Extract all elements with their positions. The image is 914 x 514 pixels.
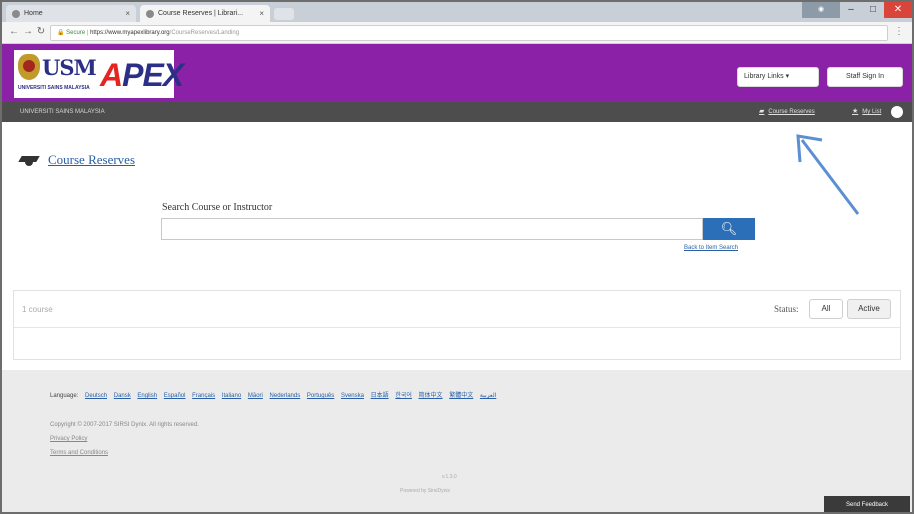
new-tab-button[interactable]: [274, 8, 294, 20]
graduation-cap-icon: ▰: [759, 108, 765, 115]
search-label: Search Course or Instructor: [162, 202, 273, 213]
search-icon: 🔍︎: [720, 221, 738, 236]
site-logo[interactable]: USM UNIVERSITI SAINS MALAYSIA APEX: [14, 50, 184, 98]
close-tab-icon[interactable]: ×: [125, 5, 130, 22]
language-link[interactable]: العربية: [480, 393, 496, 399]
search-input[interactable]: [161, 218, 703, 240]
copyright-text: Copyright © 2007-2017 SIRSI Dynix. All r…: [50, 422, 199, 428]
browser-tab-course-reserves[interactable]: Course Reserves | Librari... ×: [140, 5, 270, 22]
language-selector: Language: Deutsch Dansk English Español …: [50, 390, 496, 399]
staff-sign-in-button[interactable]: Staff Sign In: [827, 67, 903, 87]
language-link[interactable]: 简体中文: [419, 393, 443, 399]
course-reserves-link[interactable]: ▰ Course Reserves: [759, 102, 815, 122]
maximize-button[interactable]: □: [862, 2, 884, 18]
graduation-cap-icon: [20, 154, 38, 168]
browser-menu-icon[interactable]: ⋮: [894, 26, 904, 38]
language-link[interactable]: 繁體中文: [449, 393, 473, 399]
forward-arrow-icon[interactable]: →: [22, 26, 34, 38]
back-arrow-icon[interactable]: ←: [8, 26, 20, 38]
browser-toolbar: ← → ↻ 🔒 Secure | https://www.myapexlibra…: [2, 22, 912, 44]
results-count: 1 course: [22, 305, 53, 314]
language-label: Language:: [50, 393, 79, 399]
language-link[interactable]: Māori: [248, 393, 263, 399]
tab-label: Home: [24, 10, 43, 17]
search-button[interactable]: 🔍︎: [703, 218, 755, 240]
logo-apex-text: APEX: [100, 57, 184, 93]
footer: Language: Deutsch Dansk English Español …: [2, 370, 912, 512]
language-link[interactable]: Dansk: [114, 393, 131, 399]
secure-label: Secure: [66, 30, 86, 36]
logo-usm-subtitle: UNIVERSITI SAINS MALAYSIA: [18, 85, 90, 91]
language-link[interactable]: Deutsch: [85, 393, 107, 399]
my-list-link[interactable]: ★ My List: [852, 102, 881, 122]
library-links-dropdown[interactable]: Library Links ▾: [737, 67, 819, 87]
site-header: USM UNIVERSITI SAINS MALAYSIA APEX Libra…: [2, 44, 912, 102]
privacy-policy-link[interactable]: Privacy Policy: [50, 436, 87, 442]
powered-by-text: Powered by SirsiDynix: [400, 488, 451, 494]
minimize-button[interactable]: –: [840, 2, 862, 18]
back-to-item-search-link[interactable]: Back to Item Search: [684, 245, 738, 251]
language-link[interactable]: Italiano: [222, 393, 241, 399]
status-all-button[interactable]: All: [809, 299, 843, 319]
close-window-button[interactable]: ✕: [884, 2, 912, 18]
logo-usm-text: USM: [42, 55, 97, 80]
user-menu-toggle[interactable]: [891, 106, 903, 118]
browser-tab-home[interactable]: Home ×: [6, 5, 136, 22]
page-favicon-icon: [146, 10, 154, 18]
browser-window: Home × Course Reserves | Librari... × ◉ …: [0, 0, 914, 514]
results-panel: 1 course Status: All Active: [13, 290, 901, 360]
status-label: Status:: [774, 304, 799, 314]
language-link[interactable]: Español: [164, 393, 186, 399]
language-link[interactable]: 한국어: [395, 393, 412, 399]
language-link[interactable]: Svenska: [341, 393, 364, 399]
usm-crest-icon: [18, 54, 40, 80]
tab-strip: Home × Course Reserves | Librari... × ◉ …: [2, 2, 912, 22]
star-icon: ★: [852, 108, 859, 115]
terms-link[interactable]: Terms and Conditions: [50, 450, 108, 456]
lock-icon: 🔒: [57, 30, 67, 36]
home-favicon-icon: [12, 10, 20, 18]
send-feedback-button[interactable]: Send Feedback: [824, 496, 910, 512]
tab-label: Course Reserves | Librari...: [158, 10, 244, 17]
url-path: /CourseReserves/Landing: [169, 30, 240, 36]
university-name: UNIVERSITI SAINS MALAYSIA: [20, 109, 105, 115]
profile-button[interactable]: ◉: [802, 2, 840, 18]
language-link[interactable]: 日本語: [371, 393, 389, 399]
language-link[interactable]: Nederlands: [270, 393, 301, 399]
sub-navigation-bar: UNIVERSITI SAINS MALAYSIA ▰ Course Reserv…: [2, 102, 912, 122]
close-tab-icon[interactable]: ×: [259, 5, 264, 22]
address-bar[interactable]: 🔒 Secure | https://www.myapexlibrary.org…: [50, 25, 888, 41]
status-active-button[interactable]: Active: [847, 299, 891, 319]
annotation-arrow: [796, 134, 860, 215]
window-controls: ◉ – □ ✕: [802, 2, 912, 18]
divider: [14, 327, 900, 328]
reload-icon[interactable]: ↻: [35, 26, 47, 38]
page-title[interactable]: Course Reserves: [48, 152, 135, 168]
version-text: v.1.3.0: [442, 474, 457, 480]
language-link[interactable]: English: [137, 393, 157, 399]
language-link[interactable]: Français: [192, 393, 215, 399]
url-host: https://www.myapexlibrary.org: [90, 30, 170, 36]
language-link[interactable]: Português: [307, 393, 334, 399]
